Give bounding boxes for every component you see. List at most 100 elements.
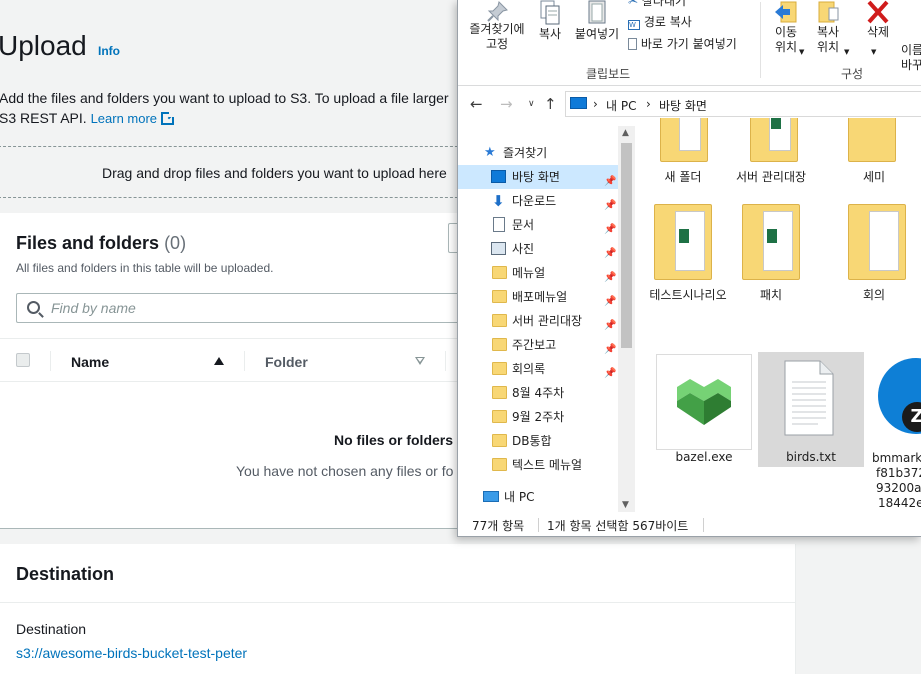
file-item-label: 패치 — [759, 288, 783, 302]
column-header-folder[interactable]: Folder — [265, 354, 308, 370]
nav-item-folder[interactable]: 회의록 📌 — [458, 357, 618, 381]
delete-button[interactable]: 삭제 ▼ — [862, 0, 894, 56]
copy-path-label: 경로 복사 — [643, 15, 692, 29]
folder-icon — [492, 266, 507, 279]
cut-button[interactable]: ✂ 잘라내기 — [628, 0, 686, 9]
file-item-folder[interactable]: 테스트시나리오 — [638, 200, 738, 302]
spreadsheet-icon — [771, 118, 781, 129]
nav-this-pc[interactable]: 내 PC — [458, 485, 618, 509]
file-item-app[interactable]: Z bmmark f81b372 93200a1 18442e8 — [872, 354, 921, 510]
nav-item-folder[interactable]: DB통합 — [458, 429, 618, 453]
nav-item-desktop[interactable]: 바탕 화면 📌 — [458, 165, 618, 189]
pin-quick-access-button[interactable]: 즐겨찾기에 고정 — [466, 0, 528, 52]
status-divider — [538, 518, 539, 532]
copy-to-icon — [818, 1, 839, 23]
selection-info: 1개 항목 선택함 567바이트 — [547, 519, 689, 533]
nav-scrollbar[interactable]: ▲ ▼ — [618, 126, 635, 512]
recent-locations-chevron-icon[interactable]: ∨ — [528, 99, 535, 109]
destination-link[interactable]: s3://awesome-birds-bucket-test-peter — [16, 645, 247, 661]
description-line2-wrap: S3 REST API. Learn more — [0, 108, 469, 129]
nav-item-folder[interactable]: 9월 2주차 — [458, 405, 618, 429]
folder-icon — [492, 410, 507, 423]
folder-icon — [492, 434, 507, 447]
copy-label: 복사 — [538, 27, 562, 41]
nav-item-downloads[interactable]: ⬇ 다운로드 📌 — [458, 189, 618, 213]
file-item-folder[interactable]: 회의 — [836, 200, 921, 302]
breadcrumb-desktop[interactable]: 바탕 화면 — [659, 97, 707, 114]
file-item-label: 서버 관리대장 — [735, 170, 807, 184]
file-item-folder[interactable]: 새 폴더 — [648, 118, 718, 188]
breadcrumb-this-pc[interactable]: 내 PC — [606, 97, 636, 114]
select-all-checkbox[interactable] — [16, 353, 30, 367]
file-item-folder[interactable]: 세미 — [836, 118, 921, 188]
upload-dropzone[interactable]: Drag and drop files and folders you want… — [0, 146, 468, 198]
folder-icon — [492, 362, 507, 375]
file-item-folder[interactable]: 서버 관리대장 — [728, 118, 814, 188]
nav-item-folder[interactable]: 텍스트 메뉴얼 — [458, 453, 618, 477]
nav-item-label: 회의록 — [512, 362, 546, 376]
picture-icon — [491, 242, 506, 255]
external-link-icon — [161, 111, 176, 125]
file-item-folder[interactable]: 패치 — [728, 200, 814, 302]
spreadsheet-icon — [679, 229, 689, 243]
learn-more-link[interactable]: Learn more — [90, 111, 176, 126]
file-explorer-window: 즐겨찾기에 고정 복사 붙여넣기 ✂ 잘라내기 W 경로 복사 바로 가기 붙여… — [457, 0, 921, 537]
sort-descending-icon[interactable] — [415, 357, 425, 365]
sort-ascending-icon[interactable] — [214, 357, 224, 365]
file-item-label: birds.txt — [786, 450, 836, 464]
copy-to-label: 복사 위치 — [816, 25, 840, 54]
scroll-up-icon[interactable]: ▲ — [622, 128, 629, 138]
copy-path-button[interactable]: W 경로 복사 — [628, 15, 692, 30]
files-and-folders-panel: Files and folders (0) All files and fold… — [0, 213, 478, 529]
up-arrow-icon[interactable]: ↑ — [544, 95, 557, 113]
nav-item-folder[interactable]: 주간보고 📌 — [458, 333, 618, 357]
address-bar[interactable]: › 내 PC › 바탕 화면 — [565, 91, 921, 117]
folder-icon — [848, 204, 906, 280]
paste-shortcut-button[interactable]: 바로 가기 붙여넣기 — [628, 37, 737, 52]
nav-item-pictures[interactable]: 사진 📌 — [458, 237, 618, 261]
nav-item-label: 사진 — [512, 242, 535, 256]
pin-icon — [487, 1, 508, 22]
copy-to-button[interactable]: 복사 위치 ▼ — [810, 0, 849, 56]
folder-icon — [742, 204, 800, 280]
nav-item-folder[interactable]: 서버 관리대장 📌 — [458, 309, 618, 333]
nav-item-label: 텍스트 메뉴얼 — [512, 458, 583, 472]
column-header-name[interactable]: Name — [71, 354, 109, 370]
file-item-label: bmmark — [872, 451, 921, 465]
move-to-button[interactable]: 이동 위치 ▼ — [768, 0, 804, 56]
nav-item-folder[interactable]: 8월 4주차 — [458, 381, 618, 405]
scrollbar-thumb[interactable] — [621, 143, 632, 348]
address-bar-row: ← → ∨ ↑ › 내 PC › 바탕 화면 — [458, 90, 921, 118]
paste-shortcut-label: 바로 가기 붙여넣기 — [640, 37, 737, 51]
folder-icon — [654, 204, 712, 280]
desktop-icon — [491, 170, 506, 183]
clipboard-icon — [588, 0, 606, 24]
rename-button[interactable]: 이름 바꾸 — [901, 28, 921, 73]
computer-icon — [483, 491, 499, 502]
learn-more-label: Learn more — [90, 111, 158, 126]
back-arrow-icon[interactable]: ← — [470, 95, 483, 113]
copy-button[interactable]: 복사 — [536, 0, 564, 42]
nav-quick-access[interactable]: ★ 즐겨찾기 — [458, 141, 618, 165]
scissors-icon: ✂ — [628, 0, 639, 8]
paste-button[interactable]: 붙여넣기 — [572, 0, 622, 42]
column-divider — [445, 351, 446, 371]
file-item-label: bazel.exe — [675, 450, 733, 464]
nav-item-label: 메뉴얼 — [512, 266, 546, 280]
nav-item-folder[interactable]: 배포메뉴얼 📌 — [458, 285, 618, 309]
nav-item-documents[interactable]: 문서 📌 — [458, 213, 618, 237]
files-panel-title: Files and folders (0) — [16, 233, 186, 254]
files-title-text: Files and folders — [16, 233, 160, 253]
folder-icon — [848, 118, 896, 162]
folder-icon — [750, 118, 798, 162]
forward-arrow-icon[interactable]: → — [500, 95, 513, 113]
file-item-txt[interactable]: birds.txt — [758, 352, 864, 467]
search-input[interactable] — [51, 298, 451, 318]
file-item-exe[interactable]: bazel.exe — [648, 354, 752, 474]
info-link[interactable]: Info — [98, 44, 120, 58]
dropdown-icon: ▼ — [799, 48, 805, 56]
app-blue-circle-icon: Z — [878, 358, 921, 434]
navigation-pane: ★ 즐겨찾기 바탕 화면 📌 ⬇ 다운로드 📌 문서 📌 사진 📌 메뉴얼 📌 — [458, 126, 635, 512]
nav-item-folder[interactable]: 메뉴얼 📌 — [458, 261, 618, 285]
scroll-down-icon[interactable]: ▼ — [622, 500, 629, 510]
